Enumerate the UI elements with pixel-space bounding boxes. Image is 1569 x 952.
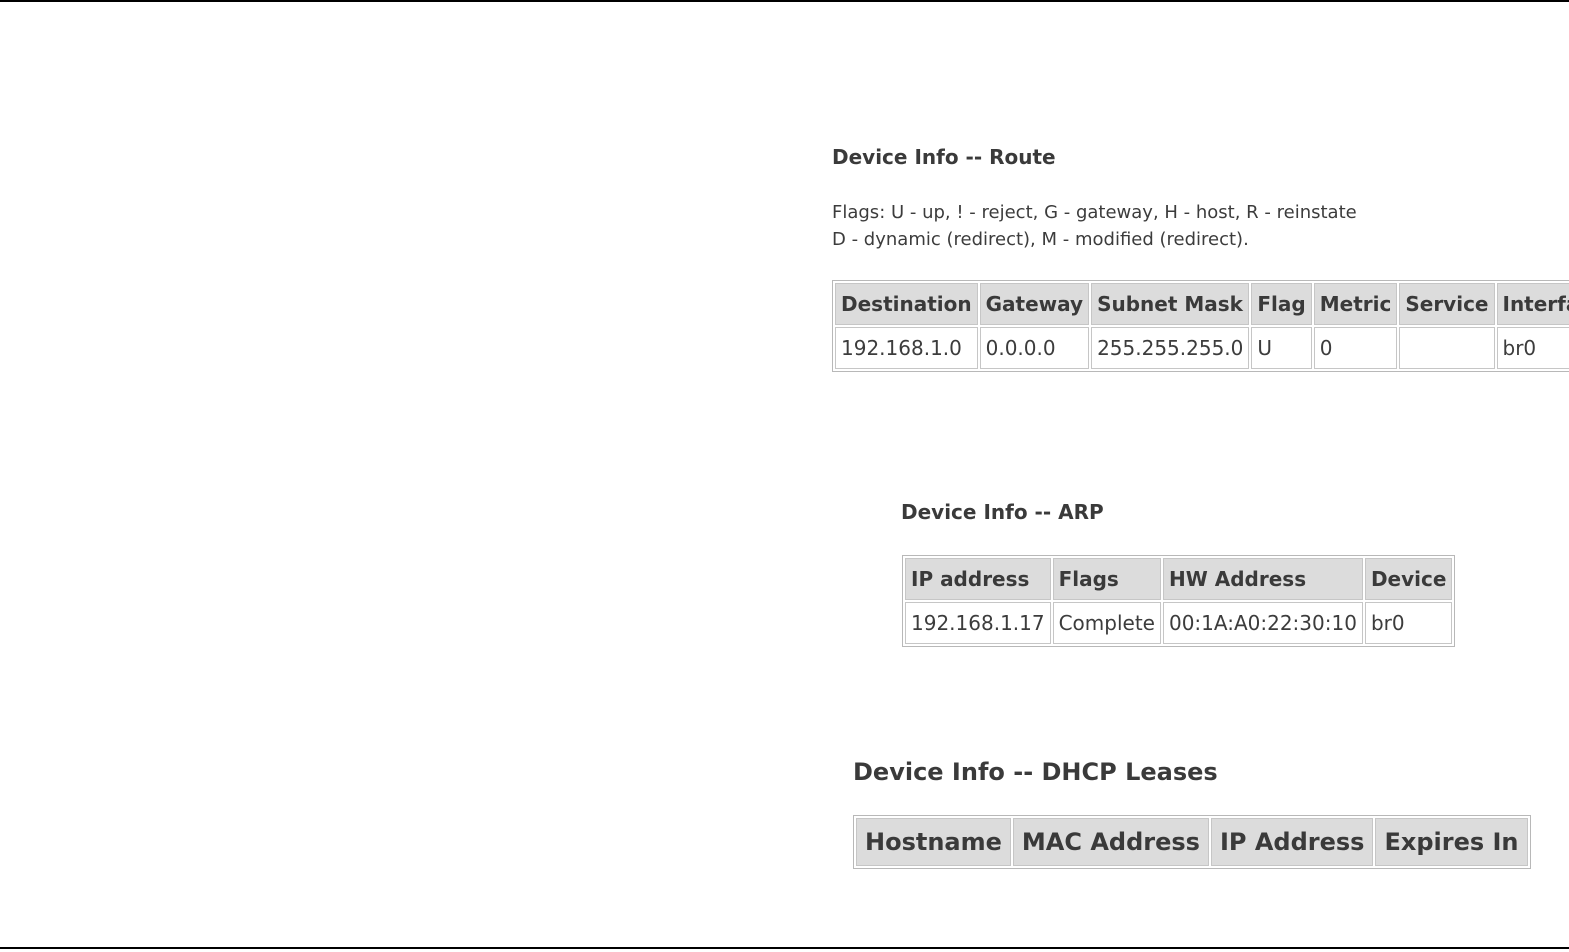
route-table-header-row: Destination Gateway Subnet Mask Flag Met… — [835, 283, 1569, 325]
arp-cell-device: br0 — [1364, 602, 1453, 644]
dhcp-col-expires-in: Expires In — [1375, 818, 1528, 866]
bottom-divider — [0, 947, 1569, 949]
route-col-interface: Interface — [1496, 283, 1569, 325]
arp-col-ip-address: IP address — [905, 558, 1051, 600]
route-col-gateway: Gateway — [979, 283, 1090, 325]
arp-col-flags: Flags — [1052, 558, 1161, 600]
arp-table: IP address Flags HW Address Device 192.1… — [902, 555, 1456, 647]
arp-cell-hw-address: 00:1A:A0:22:30:10 — [1162, 602, 1363, 644]
route-cell-subnet-mask: 255.255.255.0 — [1091, 327, 1250, 369]
dhcp-col-ip-address: IP Address — [1210, 818, 1374, 866]
route-flags-legend: Flags: U - up, ! - reject, G - gateway, … — [832, 199, 1357, 253]
route-table: Destination Gateway Subnet Mask Flag Met… — [832, 280, 1569, 372]
arp-cell-ip-address: 192.168.1.17 — [905, 602, 1051, 644]
route-col-subnet-mask: Subnet Mask — [1091, 283, 1250, 325]
route-col-metric: Metric — [1313, 283, 1398, 325]
dhcp-table-header-row: Hostname MAC Address IP Address Expires … — [856, 818, 1528, 866]
route-cell-flag: U — [1251, 327, 1312, 369]
dhcp-leases-table: Hostname MAC Address IP Address Expires … — [853, 815, 1531, 869]
arp-title: Device Info -- ARP — [901, 500, 1104, 524]
route-cell-metric: 0 — [1313, 327, 1398, 369]
dhcp-col-mac-address: MAC Address — [1012, 818, 1209, 866]
route-col-flag: Flag — [1251, 283, 1312, 325]
arp-table-header-row: IP address Flags HW Address Device — [905, 558, 1453, 600]
table-row: 192.168.1.0 0.0.0.0 255.255.255.0 U 0 br… — [835, 327, 1569, 369]
table-row: 192.168.1.17 Complete 00:1A:A0:22:30:10 … — [905, 602, 1453, 644]
dhcp-col-hostname: Hostname — [856, 818, 1011, 866]
route-cell-service — [1399, 327, 1495, 369]
arp-col-device: Device — [1364, 558, 1453, 600]
dhcp-title: Device Info -- DHCP Leases — [853, 758, 1218, 786]
top-divider — [0, 0, 1569, 2]
page: Device Info -- Route Flags: U - up, ! - … — [0, 0, 1569, 952]
route-flags-line-2: D - dynamic (redirect), M - modified (re… — [832, 229, 1249, 250]
arp-cell-flags: Complete — [1052, 602, 1161, 644]
route-col-destination: Destination — [835, 283, 978, 325]
route-title: Device Info -- Route — [832, 145, 1056, 169]
arp-col-hw-address: HW Address — [1162, 558, 1363, 600]
route-flags-line-1: Flags: U - up, ! - reject, G - gateway, … — [832, 202, 1357, 223]
route-cell-gateway: 0.0.0.0 — [979, 327, 1090, 369]
route-cell-interface: br0 — [1496, 327, 1569, 369]
route-cell-destination: 192.168.1.0 — [835, 327, 978, 369]
route-col-service: Service — [1399, 283, 1495, 325]
